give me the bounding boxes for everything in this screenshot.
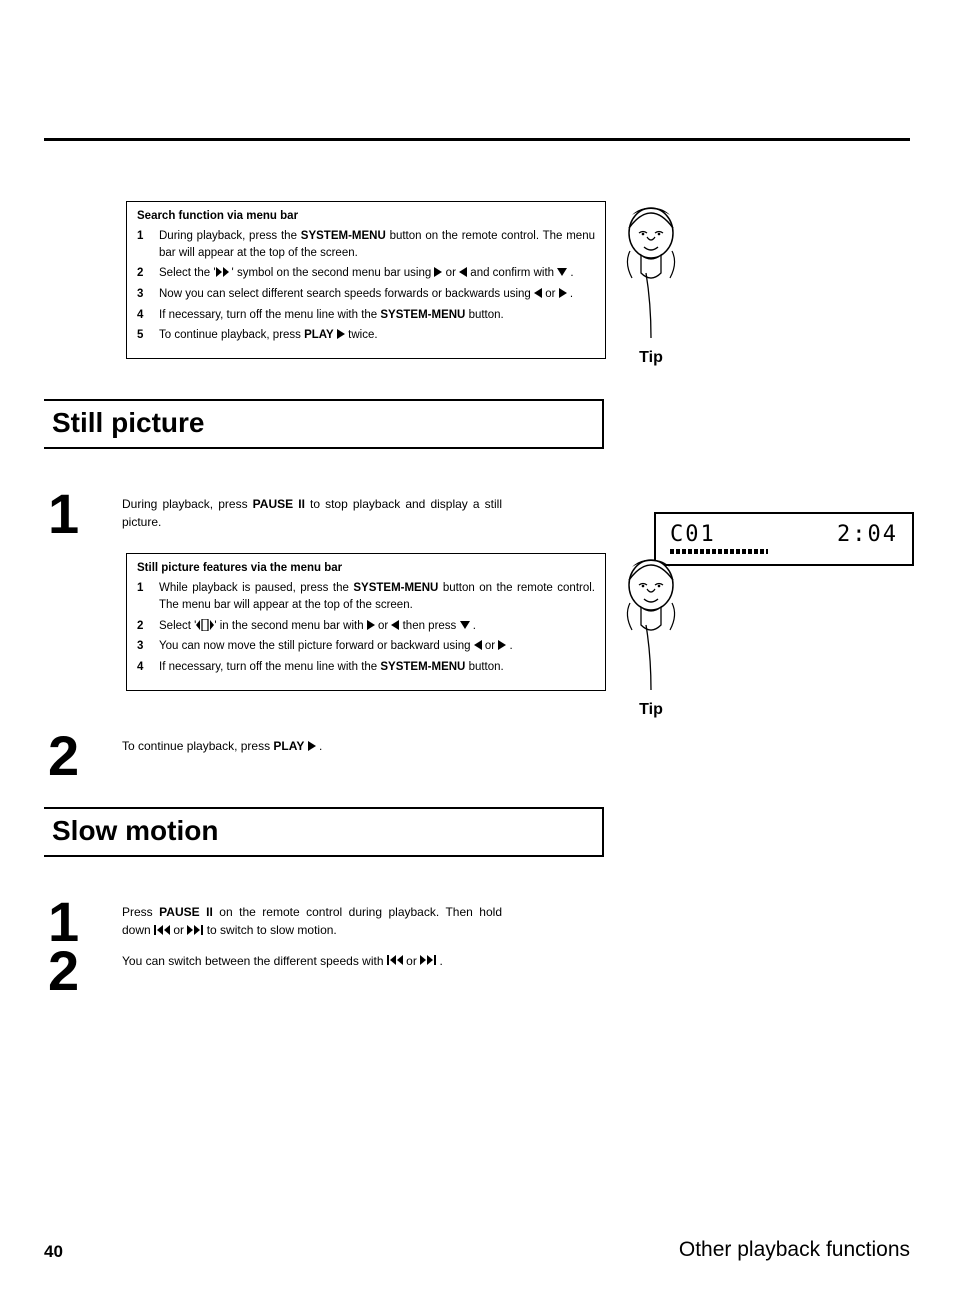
step-number-2: 2 (44, 731, 122, 781)
step-text: You can switch between the different spe… (122, 946, 502, 996)
tip-item-number: 1 (137, 228, 159, 261)
tip-face-illustration: Tip (616, 555, 686, 719)
tip-label: Tip (616, 701, 686, 719)
tip-box-still: Still picture features via the menu bar … (126, 553, 606, 690)
tip-item-text: Now you can select different search spee… (159, 286, 595, 303)
step-text: During playback, press PAUSE II to stop … (122, 489, 502, 539)
tip-item: 3You can now move the still picture forw… (137, 638, 595, 655)
tip-item: 1While playback is paused, press the SYS… (137, 580, 595, 613)
tip-item: 2Select '' in the second menu bar with o… (137, 618, 595, 635)
tip-item: 4If necessary, turn off the menu line wi… (137, 307, 595, 324)
tip-item: 3Now you can select different search spe… (137, 286, 595, 303)
tip-box-search: Search function via menu bar 1During pla… (126, 201, 606, 359)
tip-item-text: You can now move the still picture forwa… (159, 638, 595, 655)
tip-item-number: 2 (137, 265, 159, 282)
heading-still-picture: Still picture (44, 399, 604, 449)
tip-label: Tip (616, 349, 686, 367)
tip-item-number: 3 (137, 638, 159, 655)
tip-title: Search function via menu bar (137, 210, 595, 222)
tip-title: Still picture features via the menu bar (137, 562, 595, 574)
tip-item-text: If necessary, turn off the menu line wit… (159, 307, 595, 324)
tip-list-2: 1While playback is paused, press the SYS… (137, 580, 595, 675)
tip-item: 4If necessary, turn off the menu line wi… (137, 659, 595, 676)
step-number-1: 1 (44, 489, 122, 539)
step-text: To continue playback, press PLAY . (122, 731, 502, 781)
page-number: 40 (44, 1242, 63, 1262)
tip-item: 2Select the '' symbol on the second menu… (137, 265, 595, 282)
tip-item-number: 5 (137, 327, 159, 344)
tip-item-number: 3 (137, 286, 159, 303)
display-track: C01 (670, 522, 716, 547)
footer-title: Other playback functions (679, 1238, 910, 1262)
step-number-2: 2 (44, 946, 122, 996)
tip-face-illustration: Tip (616, 203, 686, 367)
tip-item-text: If necessary, turn off the menu line wit… (159, 659, 595, 676)
tip-item-text: To continue playback, press PLAY twice. (159, 327, 595, 344)
tip-item-number: 2 (137, 618, 159, 635)
display-progress-bar (670, 549, 768, 554)
tip-item-text: While playback is paused, press the SYST… (159, 580, 595, 613)
tip-item-text: Select '' in the second menu bar with or… (159, 618, 595, 635)
display-time: 2:04 (837, 522, 898, 547)
tip-item-text: During playback, press the SYSTEM-MENU b… (159, 228, 595, 261)
top-rule (44, 138, 910, 141)
lcd-display: C01 2:04 (654, 512, 914, 566)
heading-slow-motion: Slow motion (44, 807, 604, 857)
tip-item: 5To continue playback, press PLAY twice. (137, 327, 595, 344)
step-text: Press PAUSE II on the remote control dur… (122, 897, 502, 947)
tip-list-1: 1During playback, press the SYSTEM-MENU … (137, 228, 595, 344)
tip-item-number: 4 (137, 659, 159, 676)
tip-item-number: 1 (137, 580, 159, 613)
tip-item: 1During playback, press the SYSTEM-MENU … (137, 228, 595, 261)
tip-item-number: 4 (137, 307, 159, 324)
tip-item-text: Select the '' symbol on the second menu … (159, 265, 595, 282)
